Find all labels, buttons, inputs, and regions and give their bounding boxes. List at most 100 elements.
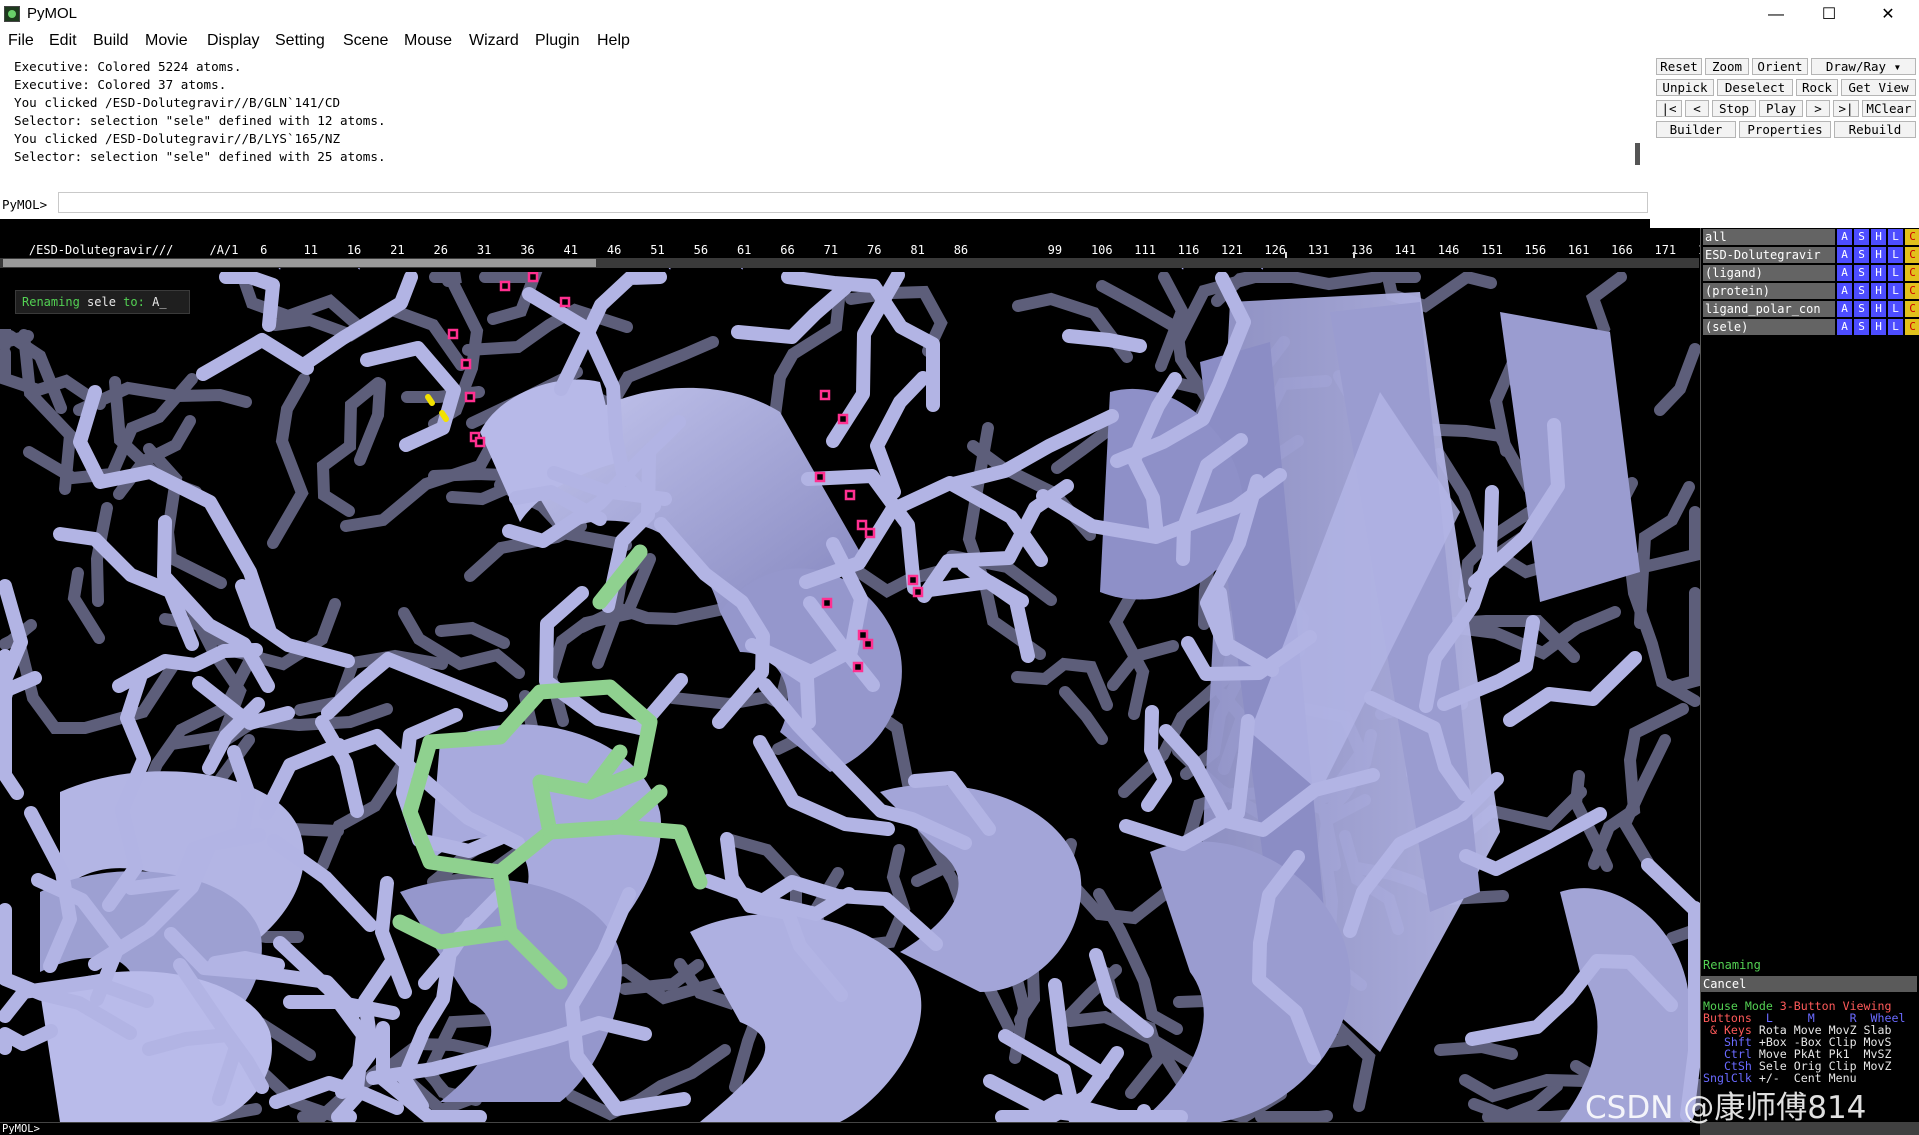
rewind-button[interactable]: |< [1656,100,1682,117]
end-button[interactable]: >| [1833,100,1859,117]
object-color-button[interactable]: C [1905,301,1919,317]
menu-edit[interactable]: Edit [49,32,77,50]
forward-button[interactable]: > [1806,100,1830,117]
object-row[interactable]: (protein) A S H L C [1703,283,1919,299]
back-button[interactable]: < [1685,100,1709,117]
menu-movie[interactable]: Movie [145,32,188,50]
console-line: Executive: Colored 5224 atoms. [14,59,242,74]
builder-button[interactable]: Builder [1656,121,1736,138]
sequence-scrollbar[interactable] [0,258,1699,268]
object-show-button[interactable]: S [1854,229,1870,245]
object-row[interactable]: (ligand) A S H L C [1703,265,1919,281]
console-line: You clicked /ESD-Dolutegravir//B/GLN`141… [14,95,341,110]
object-color-button[interactable]: C [1905,247,1919,263]
object-name[interactable]: (sele) [1703,319,1835,335]
pymol-app-icon [4,6,20,22]
wizard-status: Renaming [1703,958,1761,972]
menu-file[interactable]: File [8,32,34,50]
command-input[interactable] [58,192,1648,213]
object-show-button[interactable]: S [1854,283,1870,299]
menu-setting[interactable]: Setting [275,32,325,50]
minimize-button[interactable]: — [1752,0,1800,29]
object-hide-button[interactable]: H [1871,229,1887,245]
rename-prompt[interactable]: Renaming sele to: A_ [15,290,190,314]
zoom-button[interactable]: Zoom [1705,58,1749,75]
menu-wizard[interactable]: Wizard [469,32,519,50]
command-row: PyMOL> [0,187,1650,219]
control-panel: Reset Zoom Orient Draw/Ray ▾ Unpick Dese… [1650,56,1919,228]
object-row[interactable]: ESD-Dolutegravir A S H L C [1703,247,1919,263]
object-name[interactable]: ESD-Dolutegravir [1703,247,1835,263]
object-show-button[interactable]: S [1854,247,1870,263]
cancel-button[interactable]: Cancel [1701,976,1917,992]
window-title: PyMOL [27,5,78,22]
deselect-button[interactable]: Deselect [1717,79,1793,96]
object-row[interactable]: all A S H L C [1703,229,1919,245]
object-show-button[interactable]: S [1854,265,1870,281]
maximize-button[interactable]: ☐ [1805,0,1853,29]
object-action-button[interactable]: A [1837,265,1853,281]
bottom-command-prompt[interactable]: PyMOL> [0,1122,1700,1135]
object-label-button[interactable]: L [1888,301,1904,317]
object-label-button[interactable]: L [1888,247,1904,263]
object-action-button[interactable]: A [1837,283,1853,299]
draw-ray-button[interactable]: Draw/Ray ▾ [1811,58,1916,75]
command-prompt: PyMOL> [2,197,48,212]
console-line: You clicked /ESD-Dolutegravir//B/LYS`165… [14,131,341,146]
stop-button[interactable]: Stop [1712,100,1756,117]
rebuild-button[interactable]: Rebuild [1834,121,1916,138]
menu-mouse[interactable]: Mouse [404,32,452,50]
menu-scene[interactable]: Scene [343,32,388,50]
object-hide-button[interactable]: H [1871,247,1887,263]
console-output[interactable]: Executive: Colored 5224 atoms. Executive… [0,56,1650,188]
object-hide-button[interactable]: H [1871,283,1887,299]
play-button[interactable]: Play [1759,100,1803,117]
menu-bar: File Edit Build Movie Display Setting Sc… [0,29,1919,56]
object-color-button[interactable]: C [1905,229,1919,245]
properties-button[interactable]: Properties [1739,121,1831,138]
object-show-button[interactable]: S [1854,319,1870,335]
rename-input-value[interactable]: A_ [152,295,166,309]
object-hide-button[interactable]: H [1871,301,1887,317]
csdn-watermark: CSDN @康师傅814 [1585,1090,1867,1126]
menu-build[interactable]: Build [93,32,129,50]
object-name[interactable]: (ligand) [1703,265,1835,281]
rock-button[interactable]: Rock [1796,79,1838,96]
object-label-button[interactable]: L [1888,319,1904,335]
object-color-button[interactable]: C [1905,319,1919,335]
menu-plugin[interactable]: Plugin [535,32,579,50]
console-line: Selector: selection "sele" defined with … [14,113,386,128]
object-name[interactable]: (protein) [1703,283,1835,299]
unpick-button[interactable]: Unpick [1656,79,1714,96]
object-action-button[interactable]: A [1837,229,1853,245]
object-label-button[interactable]: L [1888,283,1904,299]
object-hide-button[interactable]: H [1871,319,1887,335]
console-scrollbar[interactable] [1635,143,1640,165]
object-action-button[interactable]: A [1837,319,1853,335]
close-button[interactable]: ✕ [1864,0,1912,29]
object-name[interactable]: ligand_polar_con [1703,301,1835,317]
get-view-button[interactable]: Get View [1841,79,1916,96]
object-label-button[interactable]: L [1888,265,1904,281]
object-row[interactable]: (sele) A S H L C [1703,319,1919,335]
object-name[interactable]: all [1703,229,1835,245]
object-action-button[interactable]: A [1837,301,1853,317]
mclear-button[interactable]: MClear [1862,100,1916,117]
title-bar: PyMOL — ☐ ✕ [0,0,1919,29]
menu-help[interactable]: Help [597,32,630,50]
menu-display[interactable]: Display [207,32,259,50]
console-line: Executive: Colored 37 atoms. [14,77,227,92]
object-show-button[interactable]: S [1854,301,1870,317]
object-label-button[interactable]: L [1888,229,1904,245]
molecule-render[interactable] [0,272,1700,1122]
sequence-scroll-thumb[interactable] [3,259,596,267]
molecular-viewport[interactable] [0,272,1700,1122]
object-action-button[interactable]: A [1837,247,1853,263]
object-hide-button[interactable]: H [1871,265,1887,281]
reset-button[interactable]: Reset [1656,58,1702,75]
console-line: Selector: selection "sele" defined with … [14,149,386,164]
object-row[interactable]: ligand_polar_con A S H L C [1703,301,1919,317]
object-color-button[interactable]: C [1905,265,1919,281]
object-color-button[interactable]: C [1905,283,1919,299]
orient-button[interactable]: Orient [1752,58,1808,75]
